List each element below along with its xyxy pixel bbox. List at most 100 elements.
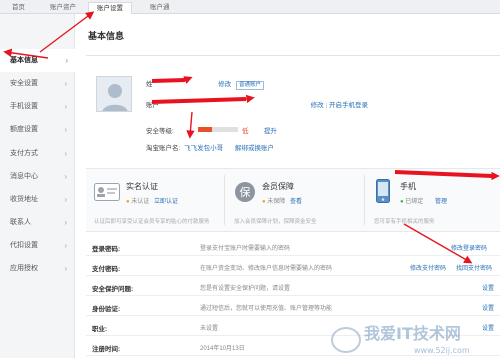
tab-account-settings[interactable]: 账户设置 — [88, 2, 132, 14]
name-label: 姓 — [146, 81, 153, 88]
services-panel: 实名认证 ● 未认证 立即认证 认证后即可享受认证会员专享的贴心的付款服务 保 … — [86, 168, 500, 232]
service-phone: 手机 ● 已绑定 管理 您可享有手机相关的服务 — [366, 169, 500, 231]
security-level-fill — [198, 127, 212, 132]
watermark-title: 我爱IT技术网 — [364, 324, 461, 343]
realname-action-link[interactable]: 立即认证 — [154, 199, 178, 205]
phone-title: 手机 — [400, 182, 416, 191]
protection-action-link[interactable]: 查看 — [290, 199, 302, 205]
recover-pay-password-link[interactable]: 找回支付密码 — [456, 263, 492, 272]
chevron-right-icon: › — [64, 125, 67, 134]
watermark-url: www.52ij.com — [414, 346, 470, 355]
change-login-password-link[interactable]: 修改登录密码 — [451, 243, 487, 252]
sidebar-item-app-auth[interactable]: 应用授权 › — [0, 257, 75, 280]
id-card-icon — [94, 183, 120, 201]
table-row: 支付密码: 在账户资金变动、修改账户信息时需要输入的密码 修改支付密码 找回支付… — [86, 258, 500, 276]
site-watermark: 我爱IT技术网 www.52ij.com — [331, 324, 470, 355]
chevron-right-icon: › — [64, 195, 67, 204]
chevron-right-icon: › — [64, 241, 67, 250]
security-level-row: 安全等级: — [146, 125, 174, 135]
taobao-label: 淘宝账户名: — [146, 145, 181, 152]
realname-desc: 认证后即可享受认证会员专享的贴心的付款服务 — [94, 219, 210, 225]
phone-desc: 您可享有手机相关的服务 — [374, 219, 435, 225]
divider — [224, 175, 225, 225]
taobao-unbind-link[interactable]: 解绑或换账户 — [235, 145, 274, 152]
sidebar: 基本信息 › 安全设置 › 手机设置 › 额度设置 › 支付方式 › 消息中心 › 收货地址… — [0, 14, 76, 358]
sidebar-item-label: 安全设置 — [10, 80, 38, 87]
protection-status: ● 未保障 查看 — [262, 199, 302, 205]
taobao-account-link[interactable]: 飞飞发包小哥 — [184, 145, 223, 152]
pay-password-label: 支付密码: — [92, 266, 121, 273]
security-upgrade-link[interactable]: 提升 — [264, 125, 277, 135]
name-edit-link[interactable]: 修改 — [218, 81, 231, 88]
sidebar-item-label: 代扣设置 — [10, 242, 38, 249]
page-title: 基本信息 — [88, 31, 125, 41]
tab-account-assets[interactable]: 账户资产 — [42, 2, 84, 14]
table-row: 身份验证: 通过短信后，您就可以使用充值、账户管理等功能 设置 — [86, 298, 500, 316]
register-time-label: 注册时间: — [92, 346, 121, 353]
occupation-label: 职业: — [92, 326, 108, 333]
sidebar-item-label: 基本信息 — [10, 57, 38, 64]
sidebar-item-phone[interactable]: 手机设置 › — [0, 95, 75, 118]
top-nav: 首页 账户资产 账户设置 账户通 — [0, 0, 500, 14]
mobile-phone-icon — [376, 179, 390, 203]
sidebar-item-label: 消息中心 — [10, 173, 38, 180]
occupation-value: 未设置 — [200, 326, 219, 332]
user-silhouette-icon — [97, 77, 131, 111]
security-level-label: 安全等级: — [146, 128, 174, 135]
sidebar-item-label: 支付方式 — [10, 150, 38, 157]
table-row: 安全保护问题: 您是有设置安全保护问题，请设置 设置 — [86, 278, 500, 296]
svg-text:保: 保 — [240, 185, 251, 199]
login-password-label: 登录密码: — [92, 246, 121, 253]
sidebar-item-label: 手机设置 — [10, 103, 38, 110]
profile-section: 姓 修改 普通账户 账户 修改 | 开启手机登录 安全等级: 低 提升 淘宝账户… — [86, 70, 500, 156]
phone-manage-link[interactable]: 管理 — [435, 199, 447, 205]
tab-home[interactable]: 首页 — [4, 2, 33, 14]
sidebar-item-messages[interactable]: 消息中心 › — [0, 165, 75, 188]
chevron-right-icon: › — [64, 218, 67, 227]
account-row: 账户 修改 | 开启手机登录 — [146, 99, 368, 109]
separator: | — [325, 102, 328, 109]
sidebar-item-withhold[interactable]: 代扣设置 › — [0, 234, 75, 257]
security-level-value: 低 — [242, 128, 249, 135]
sidebar-item-payment[interactable]: 支付方式 › — [0, 142, 75, 165]
chevron-right-icon: › — [64, 264, 67, 273]
protection-title: 会员保障 — [262, 182, 294, 191]
sidebar-item-address[interactable]: 收货地址 › — [0, 188, 75, 211]
sidebar-item-basic-info[interactable]: 基本信息 › — [0, 49, 76, 72]
phone-status: ● 已绑定 管理 — [400, 199, 447, 205]
account-type-badge: 普通账户 — [235, 81, 264, 90]
chevron-right-icon: › — [64, 172, 67, 181]
divider — [86, 55, 500, 56]
realname-status: ● 未认证 立即认证 — [126, 199, 178, 205]
sidebar-item-contacts[interactable]: 联系人 › — [0, 211, 75, 234]
account-label: 账户 — [146, 102, 159, 109]
taobao-row: 淘宝账户名: 飞飞发包小哥 解绑或换账户 — [146, 142, 274, 152]
sidebar-item-limit[interactable]: 额度设置 › — [0, 118, 75, 141]
chevron-right-icon: › — [64, 102, 67, 111]
pay-password-desc: 在账户资金变动、修改账户信息时需要输入的密码 — [200, 266, 333, 272]
divider — [364, 175, 365, 225]
realname-title: 实名认证 — [126, 182, 158, 191]
avatar[interactable] — [96, 76, 132, 112]
account-edit-link[interactable]: 修改 — [311, 102, 324, 109]
main-content: 基本信息 姓 修改 普通账户 账户 修改 | 开启手机登录 安全等级: 低 提升… — [86, 14, 500, 358]
set-identity-verify-link[interactable]: 设置 — [482, 303, 494, 312]
chevron-right-icon: › — [64, 79, 67, 88]
login-password-desc: 登录支付宝账户时需要输入的密码 — [200, 246, 291, 252]
service-protection: 保 会员保障 ● 未保障 查看 加入会员保障计划，保障资金安全 — [226, 169, 362, 231]
tab-account-link[interactable]: 账户通 — [142, 2, 178, 14]
sidebar-item-security[interactable]: 安全设置 › — [0, 72, 75, 95]
phone-login-link[interactable]: 开启手机登录 — [329, 102, 368, 109]
security-question-desc: 您是有设置安全保护问题，请设置 — [200, 286, 291, 292]
sidebar-item-label: 额度设置 — [10, 126, 38, 133]
security-question-label: 安全保护问题: — [92, 286, 134, 293]
set-security-question-link[interactable]: 设置 — [482, 283, 494, 292]
sidebar-item-label: 应用授权 — [10, 265, 38, 272]
identity-verify-desc: 通过短信后，您就可以使用充值、账户管理等功能 — [200, 306, 333, 312]
table-row: 登录密码: 登录支付宝账户时需要输入的密码 修改登录密码 — [86, 238, 500, 256]
protection-desc: 加入会员保障计划，保障资金安全 — [234, 219, 317, 225]
protection-icon: 保 — [235, 182, 255, 202]
identity-verify-label: 身份验证: — [92, 306, 121, 313]
sidebar-item-label: 联系人 — [10, 219, 31, 226]
change-pay-password-link[interactable]: 修改支付密码 — [410, 263, 446, 272]
